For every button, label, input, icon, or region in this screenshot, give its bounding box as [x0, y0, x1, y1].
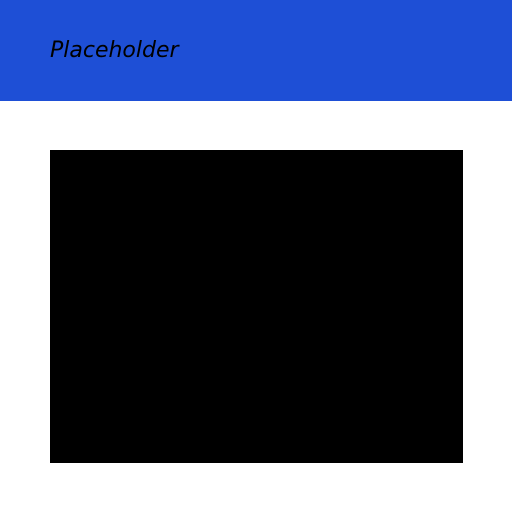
- header-title: Placeholder: [50, 38, 179, 63]
- header-bar: Placeholder: [0, 0, 512, 101]
- media-placeholder: [50, 150, 463, 463]
